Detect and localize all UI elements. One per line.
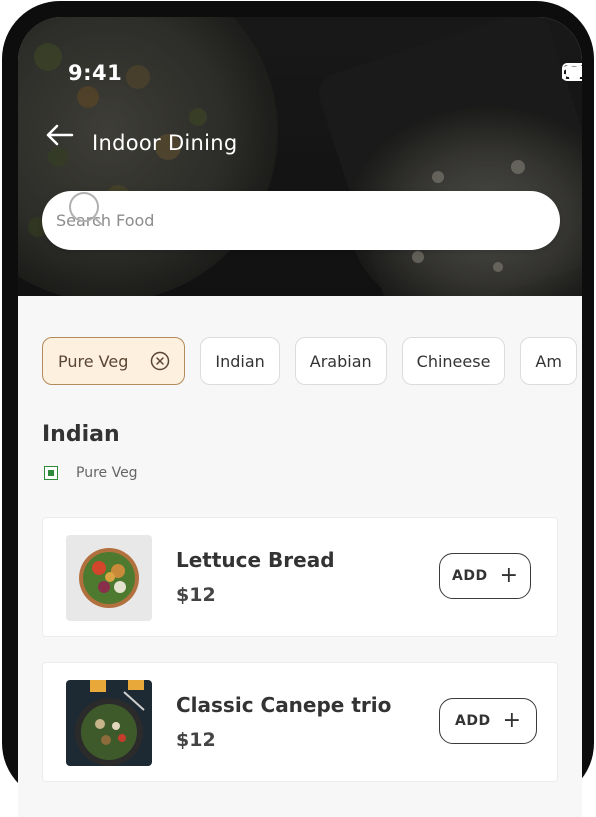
veg-label: Pure Veg bbox=[76, 465, 138, 481]
food-image-lettuce-bread bbox=[66, 535, 152, 621]
filter-chip-partial[interactable]: Am bbox=[520, 337, 577, 385]
filter-chip-label: Am bbox=[535, 351, 562, 371]
item-price: $12 bbox=[176, 729, 216, 751]
menu-item-card[interactable]: Classic Canepe trio $12 ADD + bbox=[42, 662, 558, 782]
section-title: Indian bbox=[42, 422, 120, 447]
battery-icon bbox=[562, 63, 582, 81]
filter-chip-chineese[interactable]: Chineese bbox=[401, 337, 506, 385]
arrow-left-icon bbox=[46, 124, 74, 146]
veg-indicator: Pure Veg bbox=[44, 465, 138, 481]
filter-chip-pure-veg[interactable]: Pure Veg bbox=[42, 337, 186, 385]
phone-frame: 9:41 Indoor Dining Search Food Pure Veg … bbox=[2, 1, 594, 817]
search-input[interactable] bbox=[54, 210, 438, 231]
app-screen: 9:41 Indoor Dining Search Food Pure Veg … bbox=[18, 17, 582, 817]
food-image-classic-canepe-trio bbox=[66, 680, 152, 766]
veg-symbol-icon bbox=[44, 466, 58, 480]
status-bar: 9:41 bbox=[18, 59, 582, 89]
add-label: ADD bbox=[451, 568, 488, 584]
back-button[interactable] bbox=[44, 124, 78, 160]
filter-chip-indian[interactable]: Indian bbox=[200, 337, 280, 385]
add-label: ADD bbox=[454, 713, 491, 729]
plus-icon: + bbox=[502, 708, 521, 733]
add-button[interactable]: ADD + bbox=[439, 553, 531, 599]
status-time: 9:41 bbox=[68, 61, 123, 85]
filter-chip-label: Arabian bbox=[309, 351, 372, 371]
add-button[interactable]: ADD + bbox=[439, 698, 537, 744]
remove-filter-icon[interactable] bbox=[150, 351, 170, 371]
filter-chip-arabian[interactable]: Arabian bbox=[294, 337, 387, 385]
item-name: Classic Canepe trio bbox=[176, 693, 392, 717]
app-header: Indoor Dining bbox=[44, 123, 238, 163]
item-name: Lettuce Bread bbox=[176, 548, 335, 572]
hero-banner: 9:41 Indoor Dining Search Food bbox=[18, 17, 582, 296]
filter-chip-label: Indian bbox=[215, 351, 265, 371]
filter-chip-label: Chineese bbox=[416, 351, 491, 371]
menu-item-card[interactable]: Lettuce Bread $12 ADD + bbox=[42, 517, 558, 637]
search-bar[interactable] bbox=[42, 191, 560, 250]
search-icon bbox=[69, 192, 102, 225]
page-title: Indoor Dining bbox=[92, 131, 238, 155]
filter-chip-label: Pure Veg bbox=[58, 351, 129, 371]
filter-chips: Pure Veg Indian Arabian Chineese Am bbox=[42, 337, 577, 385]
plus-icon: + bbox=[499, 563, 518, 588]
item-price: $12 bbox=[176, 584, 216, 606]
